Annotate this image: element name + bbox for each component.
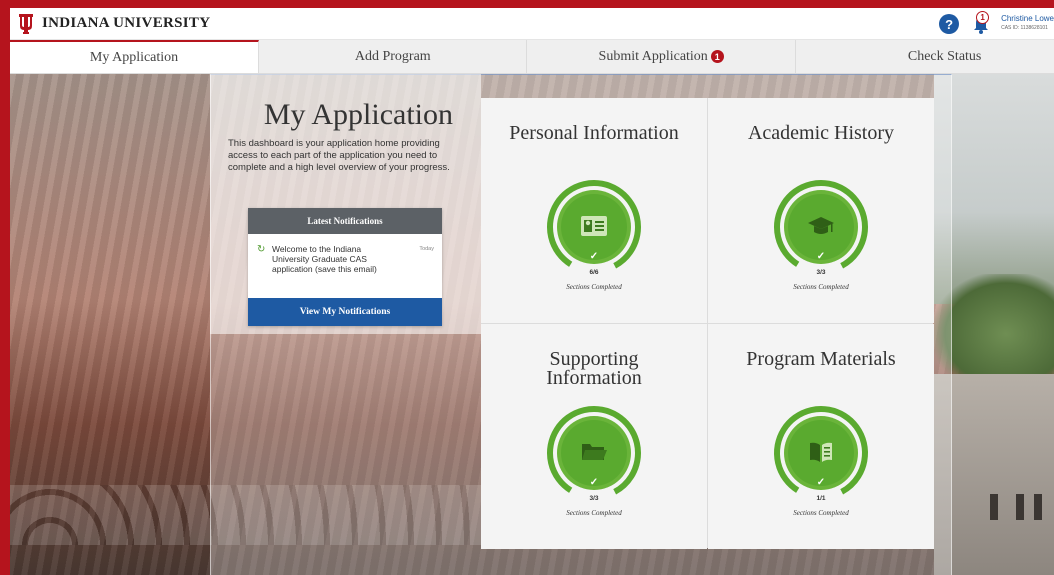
id-card-icon xyxy=(580,214,608,238)
app-window: INDIANA UNIVERSITY ? 1 Christine Lowe CA… xyxy=(10,8,1054,575)
sections-count: 3/3 xyxy=(589,495,599,502)
iu-logo[interactable]: INDIANA UNIVERSITY xyxy=(18,13,211,34)
sections-label: Sections Completed xyxy=(566,509,622,517)
sections-label: Sections Completed xyxy=(793,283,849,291)
tab-label: Submit Application xyxy=(598,48,708,64)
tab-submit-application[interactable]: Submit Application 1 xyxy=(527,40,796,73)
check-icon: ✓ xyxy=(816,477,826,488)
tab-label: Add Program xyxy=(354,48,431,64)
check-icon: ✓ xyxy=(589,477,599,488)
user-menu[interactable]: Christine Lowe CAS ID: 1138628101 xyxy=(1001,14,1054,31)
tab-my-application[interactable]: My Application xyxy=(10,40,260,73)
submit-badge: 1 xyxy=(710,50,724,63)
sections-count: 3/3 xyxy=(816,269,826,276)
tab-label: My Application xyxy=(89,49,179,65)
tile-title: Supporting Information xyxy=(546,348,642,389)
tile-title: Program Materials xyxy=(746,348,896,370)
view-notifications-button[interactable]: View My Notifications xyxy=(248,298,442,326)
window xyxy=(990,494,998,520)
sections-count: 6/6 xyxy=(589,269,599,276)
cas-id: CAS ID: 1138628101 xyxy=(1001,25,1048,31)
user-name: Christine Lowe xyxy=(1001,14,1054,23)
reply-arrow-icon: ↻ xyxy=(257,244,266,255)
tab-add-program[interactable]: Add Program xyxy=(259,40,528,73)
sections-label: Sections Completed xyxy=(566,283,622,291)
intro-section: My Application This dashboard is your ap… xyxy=(228,98,453,174)
main-nav: My Application Add Program Submit Applic… xyxy=(10,40,1054,74)
tile-personal-information[interactable]: Personal Information ✓ 6/6 Sections Comp… xyxy=(481,98,707,323)
latest-notifications-panel: Latest Notifications ↻ Welcome to the In… xyxy=(248,208,442,326)
graduation-cap-icon xyxy=(807,214,835,238)
book-icon xyxy=(807,440,835,464)
tab-label: Check Status xyxy=(907,48,982,64)
tile-supporting-information[interactable]: Supporting Information ✓ 3/3 Sections Co… xyxy=(481,324,707,549)
top-header: INDIANA UNIVERSITY ? 1 Christine Lowe CA… xyxy=(10,8,1054,40)
check-icon: ✓ xyxy=(589,251,599,262)
sections-label: Sections Completed xyxy=(793,509,849,517)
notification-item[interactable]: ↻ Welcome to the Indiana University Grad… xyxy=(248,234,442,288)
page-title: My Application xyxy=(263,98,453,131)
logo-text: INDIANA UNIVERSITY xyxy=(42,15,211,31)
sky xyxy=(934,74,1054,304)
page-description: This dashboard is your application home … xyxy=(228,138,450,173)
folder-icon xyxy=(580,440,608,464)
building xyxy=(934,374,1054,575)
help-icon[interactable]: ? xyxy=(939,14,960,34)
tile-title: Personal Information xyxy=(509,122,679,144)
window xyxy=(1016,494,1024,520)
notification-count-badge: 1 xyxy=(976,11,990,24)
tab-check-status[interactable]: Check Status xyxy=(796,40,1054,73)
check-icon: ✓ xyxy=(816,251,826,262)
tile-program-materials[interactable]: Program Materials ✓ 1/1 Sections Complet… xyxy=(708,324,934,549)
notification-message: Welcome to the Indiana University Gradua… xyxy=(272,244,377,274)
notifications-bell[interactable]: 1 xyxy=(969,11,993,36)
tile-academic-history[interactable]: Academic History ✓ 3/3 Sections Complete… xyxy=(708,98,934,323)
notification-time: Today xyxy=(419,246,434,252)
sections-count: 1/1 xyxy=(816,495,826,502)
tile-title: Academic History xyxy=(747,122,895,144)
section-tiles: Personal Information ✓ 6/6 Sections Comp… xyxy=(481,98,934,549)
trident-icon xyxy=(18,13,34,34)
notifications-heading: Latest Notifications xyxy=(248,208,442,234)
window xyxy=(1034,494,1042,520)
